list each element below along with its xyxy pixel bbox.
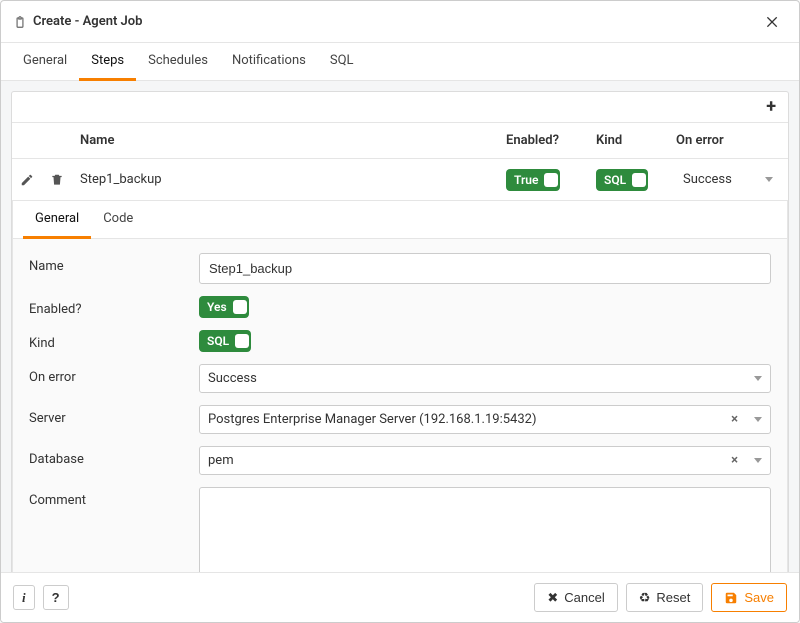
reset-label: Reset xyxy=(656,590,690,605)
onerror-label: On error xyxy=(29,364,199,385)
chevron-down-icon xyxy=(754,458,762,463)
help-icon: ? xyxy=(52,591,60,604)
chevron-down-icon xyxy=(754,417,762,422)
tab-sql[interactable]: SQL xyxy=(318,43,366,80)
onerror-value: Success xyxy=(208,371,746,386)
comment-label: Comment xyxy=(29,487,199,508)
server-clear-button[interactable]: × xyxy=(731,412,738,427)
step-detail-panel: General Code Name Enabled? xyxy=(12,201,788,572)
kind-label: Kind xyxy=(29,330,199,351)
col-header-enabled: Enabled? xyxy=(498,123,588,159)
clipboard-icon xyxy=(13,14,27,29)
col-header-name: Name xyxy=(72,123,498,159)
enabled-toggle-label: Yes xyxy=(207,300,227,314)
info-button[interactable]: i xyxy=(13,585,35,610)
cancel-label: Cancel xyxy=(564,590,604,605)
add-row-button[interactable]: + xyxy=(762,98,780,116)
database-clear-button[interactable]: × xyxy=(731,453,738,468)
cancel-button[interactable]: ✖ Cancel xyxy=(534,583,617,612)
close-button[interactable] xyxy=(759,9,787,34)
comment-textarea[interactable] xyxy=(199,487,771,572)
help-button[interactable]: ? xyxy=(43,585,69,610)
subtab-code[interactable]: Code xyxy=(91,201,145,238)
close-icon: ✖ xyxy=(547,591,558,604)
grid-header-row: Name Enabled? Kind On error xyxy=(12,123,788,159)
server-select[interactable]: Postgres Enterprise Manager Server (192.… xyxy=(199,405,771,434)
cell-name: Step1_backup xyxy=(72,159,498,201)
toggle-knob xyxy=(544,173,558,187)
onerror-select[interactable]: Success xyxy=(199,364,771,393)
row-onerror-select[interactable]: Success xyxy=(676,167,780,192)
dialog-title: Create - Agent Job xyxy=(33,14,142,29)
database-label: Database xyxy=(29,446,199,467)
toggle-knob xyxy=(233,300,247,314)
tab-notifications[interactable]: Notifications xyxy=(220,43,318,80)
reset-button[interactable]: ♻ Reset xyxy=(626,583,704,612)
server-label: Server xyxy=(29,405,199,426)
row-kind-label: SQL xyxy=(604,173,626,187)
tab-steps[interactable]: Steps xyxy=(79,43,136,81)
toggle-knob xyxy=(235,334,249,348)
kind-toggle-label: SQL xyxy=(207,334,229,348)
chevron-down-icon xyxy=(754,376,762,381)
steps-grid: + Name Enabled? Kind On error xyxy=(11,91,789,572)
dialog-titlebar: Create - Agent Job xyxy=(1,1,799,43)
row-enabled-label: True xyxy=(514,173,538,187)
subtab-general[interactable]: General xyxy=(23,201,91,239)
grid-toolbar: + xyxy=(12,92,788,123)
kind-toggle[interactable]: SQL xyxy=(199,330,251,352)
name-input[interactable] xyxy=(199,253,771,284)
tab-schedules[interactable]: Schedules xyxy=(136,43,220,80)
col-header-kind: Kind xyxy=(588,123,668,159)
enabled-toggle[interactable]: Yes xyxy=(199,296,249,318)
server-value: Postgres Enterprise Manager Server (192.… xyxy=(208,412,731,427)
info-icon: i xyxy=(22,591,26,604)
dialog-body: + Name Enabled? Kind On error xyxy=(1,81,799,572)
edit-row-button[interactable] xyxy=(20,172,34,188)
enabled-label: Enabled? xyxy=(29,296,199,317)
tab-general[interactable]: General xyxy=(11,43,79,80)
col-header-onerror: On error xyxy=(668,123,788,159)
database-select[interactable]: pem × xyxy=(199,446,771,475)
database-value: pem xyxy=(208,453,731,468)
recycle-icon: ♻ xyxy=(639,591,651,604)
save-label: Save xyxy=(744,590,774,605)
row-kind-toggle[interactable]: SQL xyxy=(596,169,648,191)
name-label: Name xyxy=(29,253,199,274)
create-agent-job-dialog: Create - Agent Job General Steps Schedul… xyxy=(0,0,800,623)
grid-row: Step1_backup True SQL xyxy=(12,159,788,201)
dialog-footer: i ? ✖ Cancel ♻ Reset Save xyxy=(1,572,799,622)
main-tabs: General Steps Schedules Notifications SQ… xyxy=(1,43,799,81)
step-subtabs: General Code xyxy=(13,201,787,239)
row-onerror-value: Success xyxy=(683,172,732,187)
chevron-down-icon xyxy=(765,177,773,182)
delete-row-button[interactable] xyxy=(50,172,64,188)
row-enabled-toggle[interactable]: True xyxy=(506,169,560,191)
save-icon xyxy=(724,590,738,605)
save-button[interactable]: Save xyxy=(711,583,787,612)
step-form: Name Enabled? Yes xyxy=(13,239,787,572)
toggle-knob xyxy=(632,173,646,187)
